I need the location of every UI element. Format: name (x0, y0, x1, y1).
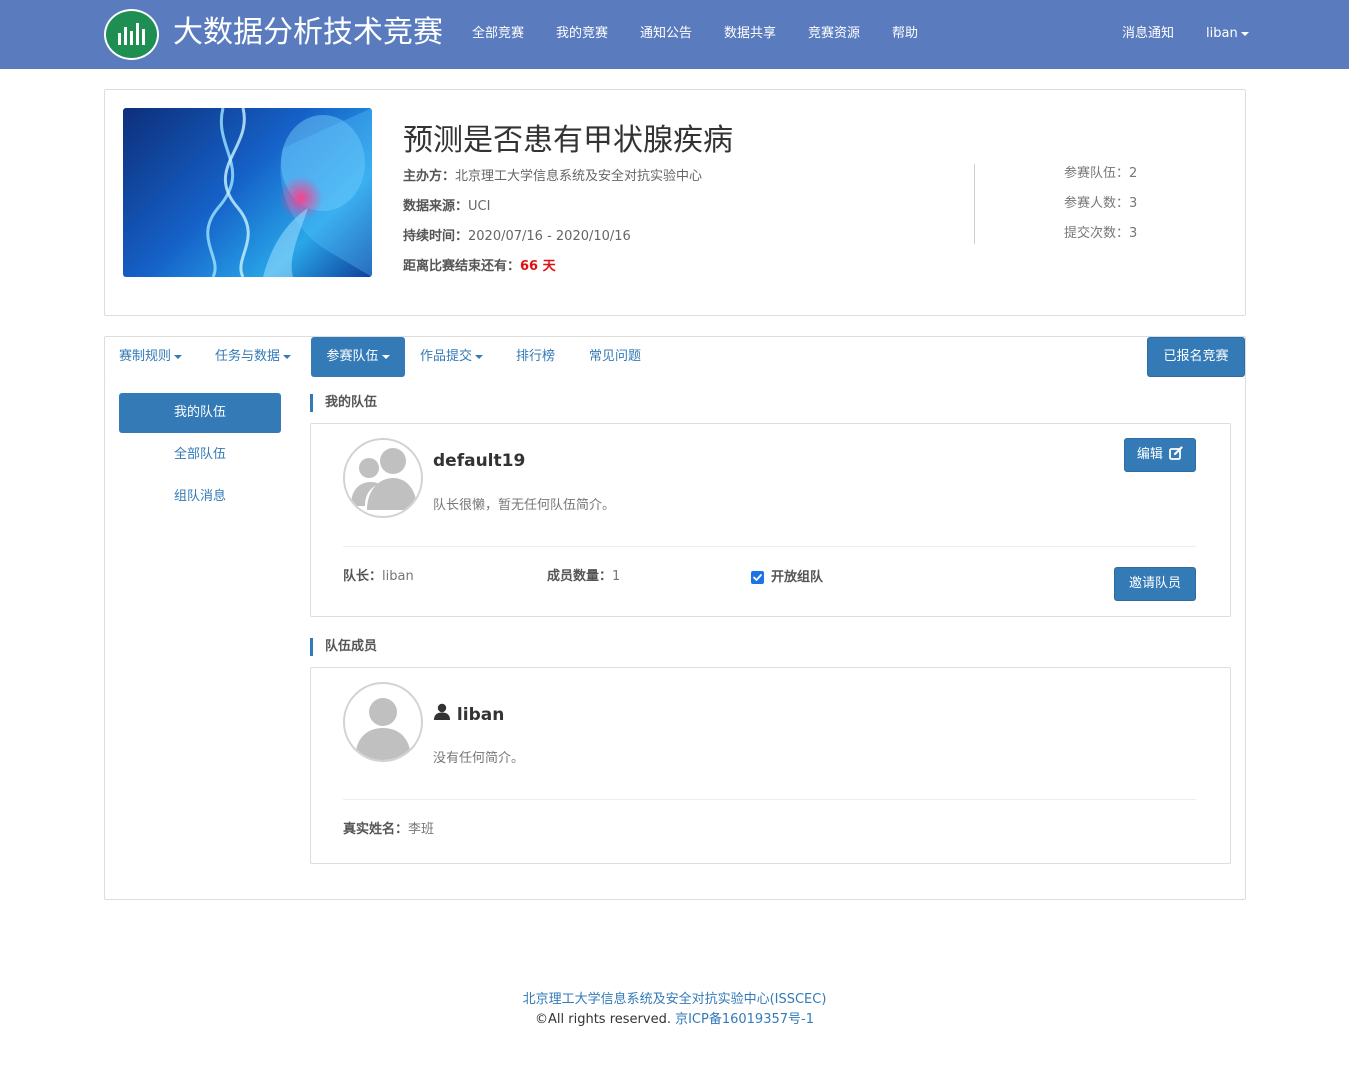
stat-participants-label: 参赛人数： (1064, 196, 1130, 211)
caret-down-icon (283, 354, 292, 359)
footer-org-link[interactable]: 北京理工大学信息系统及安全对抗实验中心(ISSCEC) (523, 992, 827, 1007)
caret-down-icon (381, 354, 390, 359)
edit-button-label: 编辑 (1136, 447, 1163, 462)
sidebar-item-team-messages[interactable]: 组队消息 (119, 487, 281, 507)
tab-teams-label: 参赛队伍 (326, 349, 379, 364)
duration-value: 2020/07/16 - 2020/10/16 (468, 229, 631, 244)
stat-submissions: 提交次数：3 (1064, 225, 1137, 243)
team-divider (343, 546, 1196, 547)
tab-teams[interactable]: 参赛队伍 (311, 337, 405, 377)
open-team-label: 开放组队 (771, 570, 824, 585)
team-description: 队长很懒，暂无任何队伍简介。 (433, 498, 616, 513)
competition-title: 预测是否患有甲状腺疾病 (403, 123, 733, 158)
nav-data-sharing[interactable]: 数据共享 (724, 24, 776, 44)
member-count-label: 成员数量： (547, 569, 613, 584)
tab-tasks-label: 任务与数据 (215, 349, 281, 364)
remaining-value: 66 天 (520, 259, 556, 274)
footer-copyright: ©All rights reserved. 京ICP备16019357号-1 (0, 1011, 1349, 1029)
invite-member-button[interactable]: 邀请队员 (1114, 567, 1196, 601)
user-icon (434, 703, 450, 720)
member-description: 没有任何简介。 (433, 751, 525, 766)
team-leader-value: liban (382, 569, 414, 584)
footer-org: 北京理工大学信息系统及安全对抗实验中心(ISSCEC) (0, 991, 1349, 1009)
stat-submissions-label: 提交次数： (1064, 226, 1130, 241)
tab-rules-label: 赛制规则 (119, 349, 172, 364)
member-name: liban (456, 705, 505, 725)
realname-value: 李班 (408, 822, 435, 837)
sidebar-item-all-teams[interactable]: 全部队伍 (119, 445, 281, 465)
registered-button[interactable]: 已报名竞赛 (1147, 337, 1245, 377)
footer-rights: ©All rights reserved. (535, 1012, 671, 1027)
duration-label: 持续时间： (403, 229, 469, 244)
check-icon (753, 574, 762, 581)
member-realname: 真实姓名：李班 (343, 821, 434, 839)
team-avatar (343, 438, 423, 518)
remaining-row: 距离比赛结束还有：66 天 (403, 258, 556, 276)
data-source-value: UCI (468, 199, 491, 214)
data-source-row: 数据来源：UCI (403, 198, 490, 216)
open-team-checkbox[interactable] (751, 571, 764, 584)
caret-down-icon (475, 354, 484, 359)
remaining-label: 距离比赛结束还有： (403, 259, 521, 274)
user-name: liban (1206, 26, 1238, 41)
group-icon (351, 448, 417, 510)
header-divider (974, 164, 975, 244)
team-name: default19 (433, 451, 526, 471)
team-member-count: 成员数量：1 (547, 568, 620, 586)
organizer-label: 主办方： (403, 169, 456, 184)
tab-faq[interactable]: 常见问题 (589, 347, 641, 367)
user-menu[interactable]: liban (1206, 24, 1249, 44)
member-divider (343, 799, 1196, 800)
competition-cover-image (123, 108, 372, 277)
stat-submissions-value: 3 (1129, 226, 1138, 241)
tab-leaderboard[interactable]: 排行榜 (516, 347, 555, 367)
stat-participants-value: 3 (1129, 196, 1138, 211)
top-navbar: 大数据分析技术竞赛 全部竞赛 我的竞赛 通知公告 数据共享 竞赛资源 帮助 消息… (0, 0, 1349, 69)
nav-all-competitions[interactable]: 全部竞赛 (472, 24, 524, 44)
member-name-row: liban (433, 703, 504, 726)
data-source-label: 数据来源： (403, 199, 469, 214)
caret-down-icon (174, 354, 183, 359)
site-logo[interactable] (104, 9, 159, 60)
chart-logo-icon (118, 23, 145, 45)
nav-resources[interactable]: 竞赛资源 (808, 24, 860, 44)
member-count-value: 1 (612, 569, 621, 584)
nav-announcements[interactable]: 通知公告 (640, 24, 692, 44)
organizer-value: 北京理工大学信息系统及安全对抗实验中心 (455, 169, 703, 184)
team-members-heading: 队伍成员 (310, 638, 377, 656)
sidebar-item-my-team[interactable]: 我的队伍 (119, 393, 281, 433)
stat-participants: 参赛人数：3 (1064, 195, 1137, 213)
organizer-row: 主办方：北京理工大学信息系统及安全对抗实验中心 (403, 168, 702, 186)
tab-tasks-data[interactable]: 任务与数据 (215, 347, 292, 367)
edit-icon (1169, 446, 1183, 460)
stat-teams-label: 参赛队伍： (1064, 166, 1130, 181)
edit-team-button[interactable]: 编辑 (1124, 438, 1196, 472)
nav-help[interactable]: 帮助 (892, 24, 918, 44)
my-team-heading: 我的队伍 (310, 394, 377, 412)
brand-title[interactable]: 大数据分析技术竞赛 (173, 12, 443, 54)
tab-submission-label: 作品提交 (420, 349, 473, 364)
stat-teams-value: 2 (1129, 166, 1138, 181)
tab-rules[interactable]: 赛制规则 (119, 347, 183, 367)
nav-notifications[interactable]: 消息通知 (1122, 24, 1174, 44)
caret-down-icon (1240, 31, 1249, 36)
team-leader-label: 队长： (343, 569, 383, 584)
team-leader: 队长：liban (343, 568, 414, 586)
realname-label: 真实姓名： (343, 822, 409, 837)
stat-teams: 参赛队伍：2 (1064, 165, 1137, 183)
nav-my-competitions[interactable]: 我的竞赛 (556, 24, 608, 44)
footer-icp-link[interactable]: 京ICP备16019357号-1 (675, 1012, 814, 1027)
user-avatar-icon (355, 698, 411, 760)
duration-row: 持续时间：2020/07/16 - 2020/10/16 (403, 228, 631, 246)
member-avatar (343, 682, 423, 762)
tab-submission[interactable]: 作品提交 (420, 347, 484, 367)
